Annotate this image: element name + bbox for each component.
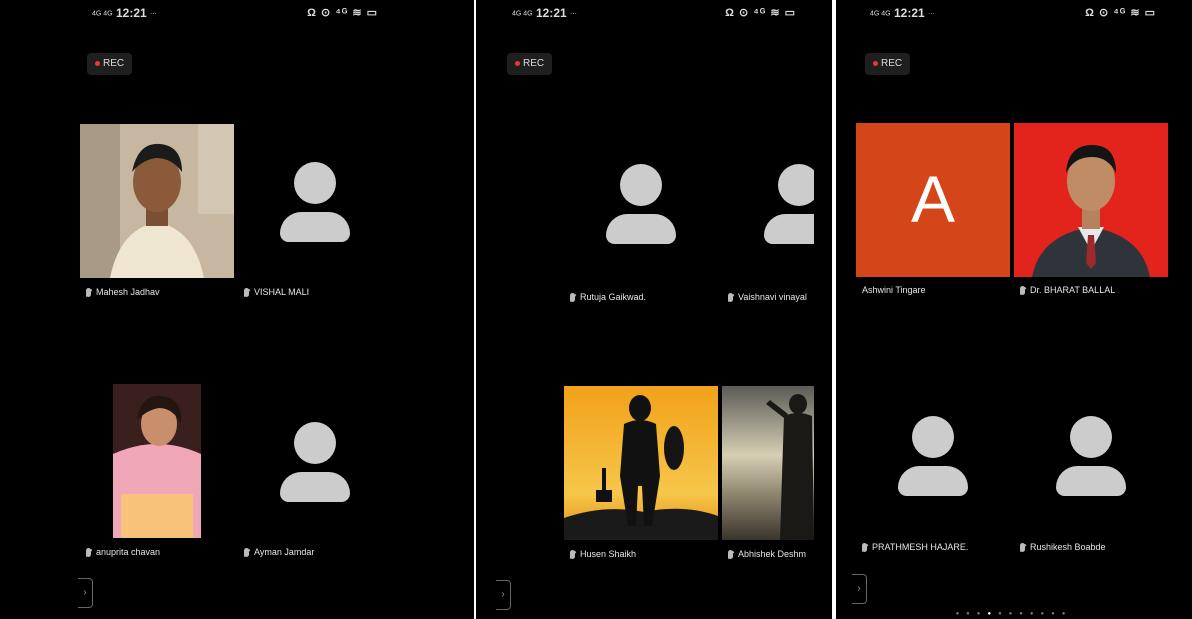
status-bar: 4G 4G 12:21 ··· Ω ⊙ ⁴ᴳ ≋ ▭: [476, 6, 832, 22]
participant-name: Ayman Jamdar: [244, 547, 314, 558]
participant-tile-husen-shaikh[interactable]: [564, 386, 718, 540]
recording-badge: REC: [87, 53, 133, 75]
network-signal-icon: 4G 4G: [512, 10, 533, 18]
participant-photo: [564, 386, 718, 540]
avatar-placeholder-icon: [1051, 416, 1131, 496]
clock: 12:21: [115, 6, 147, 20]
participant-photo: [113, 384, 201, 538]
expand-panel-button[interactable]: ›: [496, 580, 511, 610]
participant-name: Ashwini Tingare: [862, 285, 926, 295]
expand-panel-button[interactable]: ›: [852, 574, 867, 604]
avatar-placeholder-icon: [275, 162, 355, 242]
avatar-placeholder-icon: [759, 164, 814, 244]
participant-tile-ashwini-tingare[interactable]: A: [856, 123, 1010, 277]
participant-name: Rutuja Gaikwad.: [570, 292, 646, 303]
microphone-muted-icon: [862, 543, 867, 553]
system-status-icons: Ω ⊙ ⁴ᴳ ≋ ▭: [725, 7, 796, 19]
microphone-muted-icon: [1020, 543, 1025, 553]
more-status-icon: ···: [928, 10, 936, 18]
participant-name: Vaishnavi vinayal: [728, 292, 814, 303]
participant-tile-anuprita-chavan[interactable]: [113, 384, 201, 538]
record-dot-icon: [515, 60, 520, 66]
microphone-muted-icon: [728, 550, 733, 560]
participant-name: Mahesh Jadhav: [86, 287, 160, 298]
system-status-icons: Ω ⊙ ⁴ᴳ ≋ ▭: [307, 7, 378, 19]
meeting-screen-3: 4G 4G 12:21 ··· Ω ⊙ ⁴ᴳ ≋ ▭ REC A Ashwini…: [836, 0, 1192, 619]
participant-tile-rutuja-gaikwad[interactable]: [564, 126, 718, 280]
participant-tile-mahesh-jadhav[interactable]: [80, 124, 234, 278]
record-dot-icon: [873, 60, 878, 66]
avatar-placeholder-icon: [601, 164, 681, 244]
participant-initial: A: [910, 162, 956, 236]
clock: 12:21: [535, 6, 567, 20]
microphone-muted-icon: [86, 288, 91, 298]
participant-tile-vishal-mali[interactable]: [238, 124, 392, 278]
avatar-placeholder-icon: [275, 422, 355, 502]
system-status-icons: Ω ⊙ ⁴ᴳ ≋ ▭: [1085, 7, 1156, 19]
more-status-icon: ···: [570, 10, 578, 18]
participant-tile-prathmesh-hajare[interactable]: [856, 382, 1010, 536]
participant-tile-rushikesh-boabde[interactable]: [1014, 382, 1168, 536]
participant-name: Husen Shaikh: [570, 549, 636, 560]
participant-tile-ayman-jamdar[interactable]: [238, 384, 392, 538]
expand-panel-button[interactable]: ›: [78, 578, 93, 608]
participant-photo: [722, 386, 814, 540]
microphone-muted-icon: [244, 548, 249, 558]
avatar-placeholder-icon: [893, 416, 973, 496]
record-dot-icon: [95, 60, 100, 66]
network-signal-icon: 4G 4G: [92, 10, 113, 18]
participant-photo: [80, 124, 234, 278]
participant-name: Rushikesh Boabde: [1020, 542, 1106, 553]
network-signal-icon: 4G 4G: [870, 10, 891, 18]
page-indicator[interactable]: ●●●●●●●●●●●: [836, 611, 1192, 617]
recording-badge: REC: [507, 53, 553, 75]
participant-name: Abhishek Deshm: [728, 549, 814, 560]
meeting-screen-2: 4G 4G 12:21 ··· Ω ⊙ ⁴ᴳ ≋ ▭ REC Rutuja Ga…: [476, 0, 832, 619]
meeting-screen-1: 4G 4G 12:21 ··· Ω ⊙ ⁴ᴳ ≋ ▭ REC Mahesh Ja…: [0, 0, 474, 619]
participant-photo: [1014, 123, 1168, 277]
microphone-muted-icon: [1020, 286, 1025, 296]
status-bar: 4G 4G 12:21 ··· Ω ⊙ ⁴ᴳ ≋ ▭: [0, 6, 474, 22]
participant-name: Dr. BHARAT BALLAL: [1020, 285, 1115, 296]
microphone-muted-icon: [244, 288, 249, 298]
participant-name: VISHAL MALI: [244, 287, 309, 298]
more-status-icon: ···: [150, 10, 158, 18]
status-bar: 4G 4G 12:21 ··· Ω ⊙ ⁴ᴳ ≋ ▭: [836, 6, 1192, 22]
microphone-muted-icon: [570, 293, 575, 303]
recording-badge: REC: [865, 53, 911, 75]
participant-name: anuprita chavan: [86, 547, 160, 558]
participant-tile-vaishnavi[interactable]: [722, 126, 814, 280]
participant-tile-bharat-ballal[interactable]: [1014, 123, 1168, 277]
microphone-muted-icon: [570, 550, 575, 560]
participant-name: PRATHMESH HAJARE.: [862, 542, 968, 553]
clock: 12:21: [893, 6, 925, 20]
microphone-muted-icon: [86, 548, 91, 558]
microphone-muted-icon: [728, 293, 733, 303]
participant-tile-abhishek-deshmukh[interactable]: [722, 386, 814, 540]
